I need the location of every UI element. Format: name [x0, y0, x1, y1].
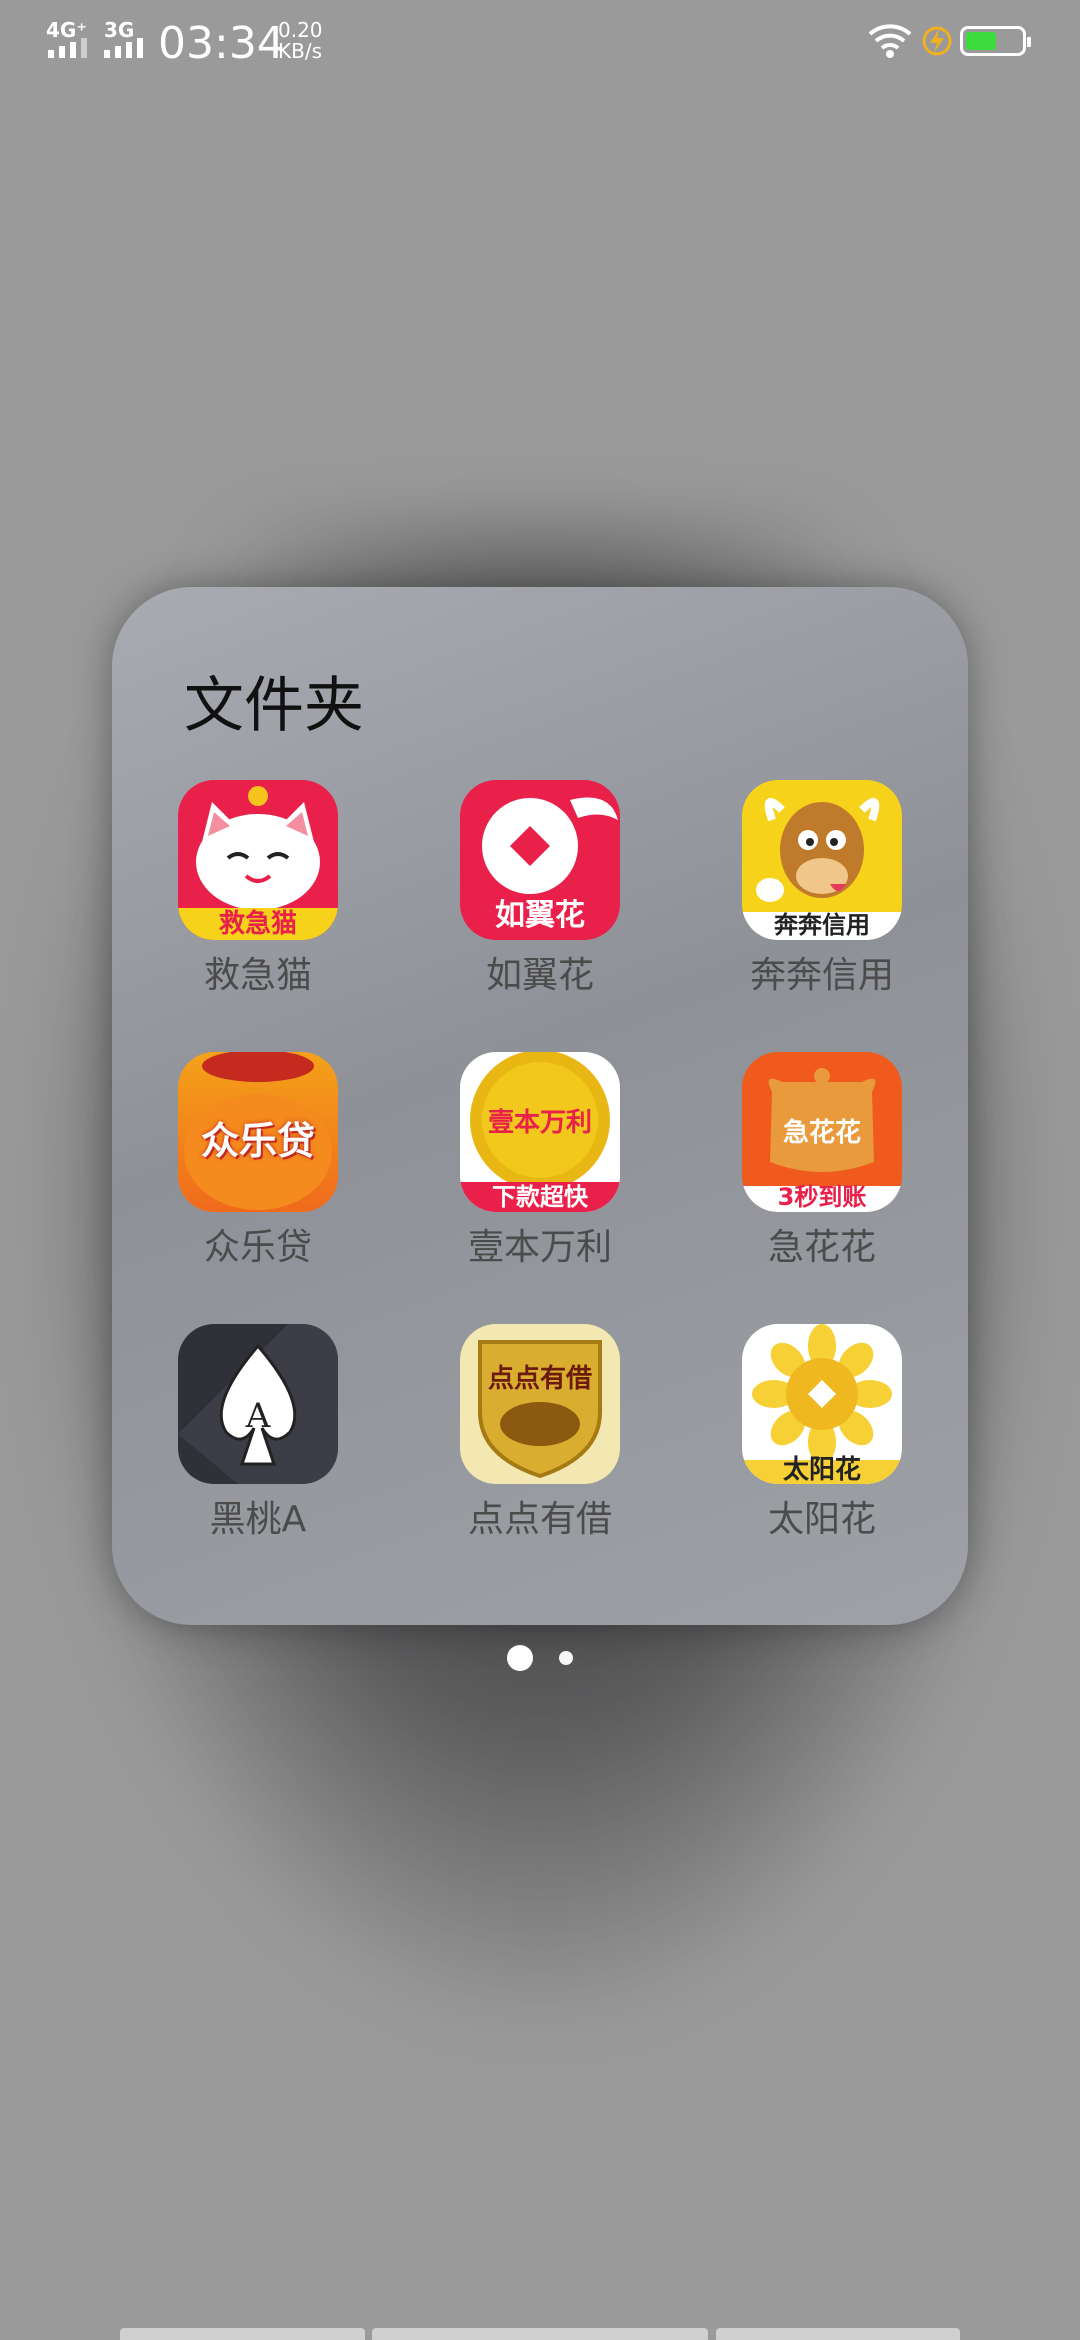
benbenxinyong-icon-text: 奔奔信用: [774, 911, 870, 939]
app-label-ruyihua: 如翼花: [485, 955, 594, 996]
yibenwanli-icon-text: 壹本万利: [487, 1108, 592, 1138]
app-label-diandianyoujie: 点点有借: [467, 1499, 612, 1540]
clock: 03:34: [158, 18, 285, 69]
app-jihuahua[interactable]: 急花花 3秒到账 急花花: [712, 1052, 932, 1270]
heitaoa-icon-text: A: [245, 1396, 271, 1436]
app-ruyihua[interactable]: 如翼花 如翼花: [430, 780, 650, 998]
status-bar: 4G⁺ 3G 03:34 0.20 KB/s: [0, 0, 1080, 90]
app-diandianyoujie[interactable]: 点点有借 点点有借: [430, 1324, 650, 1542]
yibenwanli-icon-subtext: 下款超快: [492, 1183, 588, 1211]
jiujimao-icon[interactable]: 救急猫: [178, 780, 338, 940]
app-label-heitaoa: 黑桃A: [209, 1499, 307, 1540]
heitaoa-icon[interactable]: A: [178, 1324, 338, 1484]
app-heitaoa[interactable]: A 黑桃A: [148, 1324, 368, 1542]
signal-strength-1-icon: [48, 38, 87, 58]
folder-title[interactable]: 文件夹: [184, 657, 364, 744]
charging-icon: [922, 26, 952, 56]
network-speed-unit: KB/s: [278, 39, 322, 63]
page-indicator[interactable]: [112, 1645, 968, 1671]
app-yibenwanli[interactable]: 壹本万利 下款超快 壹本万利: [430, 1052, 650, 1270]
zhongledai-icon[interactable]: 众乐贷: [178, 1052, 338, 1212]
app-zhongledai[interactable]: 众乐贷 众乐贷: [148, 1052, 368, 1270]
yibenwanli-icon[interactable]: 壹本万利 下款超快: [460, 1052, 620, 1212]
jiujimao-icon-text: 救急猫: [218, 909, 297, 939]
app-label-benbenxinyong: 奔奔信用: [749, 955, 894, 996]
dock-edge: [716, 2328, 960, 2340]
wifi-icon: [868, 24, 912, 58]
taiyanghua-icon-text: 太阳花: [782, 1455, 861, 1484]
page-dot[interactable]: [558, 1651, 573, 1665]
app-jiujimao[interactable]: 救急猫 救急猫: [148, 780, 368, 998]
zhongledai-icon-text: 众乐贷: [200, 1119, 315, 1163]
signal-strength-2-icon: [104, 38, 143, 58]
page-dot-active[interactable]: [507, 1645, 534, 1671]
diandianyoujie-icon-text: 点点有借: [487, 1364, 592, 1394]
ruyihua-icon-text: 如翼花: [495, 898, 585, 933]
app-taiyanghua[interactable]: 太阳花 太阳花: [712, 1324, 932, 1542]
network-speed: 0.20 KB/s: [278, 20, 323, 62]
network-speed-value: 0.20: [278, 18, 323, 42]
jihuahua-icon-text: 急花花: [782, 1118, 861, 1148]
app-benbenxinyong[interactable]: 奔奔信用 奔奔信用: [712, 780, 932, 998]
app-label-jiujimao: 救急猫: [203, 955, 312, 996]
dock-edge: [372, 2328, 708, 2340]
app-folder: 文件夹 救急猫 救急猫 如翼花 如翼花 奔奔信用 奔奔信用 众乐贷 众乐贷 壹本…: [112, 587, 968, 1671]
battery-fill: [966, 32, 996, 50]
app-label-yibenwanli: 壹本万利: [467, 1227, 612, 1268]
ruyihua-icon[interactable]: 如翼花: [460, 780, 620, 940]
jihuahua-icon[interactable]: 急花花 3秒到账: [742, 1052, 902, 1212]
benbenxinyong-icon[interactable]: 奔奔信用: [742, 780, 902, 940]
battery-icon: [960, 26, 1031, 56]
app-label-jihuahua: 急花花: [767, 1227, 876, 1268]
dock-edge: [120, 2328, 365, 2340]
app-label-taiyanghua: 太阳花: [767, 1499, 876, 1540]
jihuahua-icon-subtext: 3秒到账: [777, 1183, 867, 1211]
app-label-zhongledai: 众乐贷: [203, 1227, 312, 1268]
taiyanghua-icon[interactable]: 太阳花: [742, 1324, 902, 1484]
diandianyoujie-icon[interactable]: 点点有借: [460, 1324, 620, 1484]
